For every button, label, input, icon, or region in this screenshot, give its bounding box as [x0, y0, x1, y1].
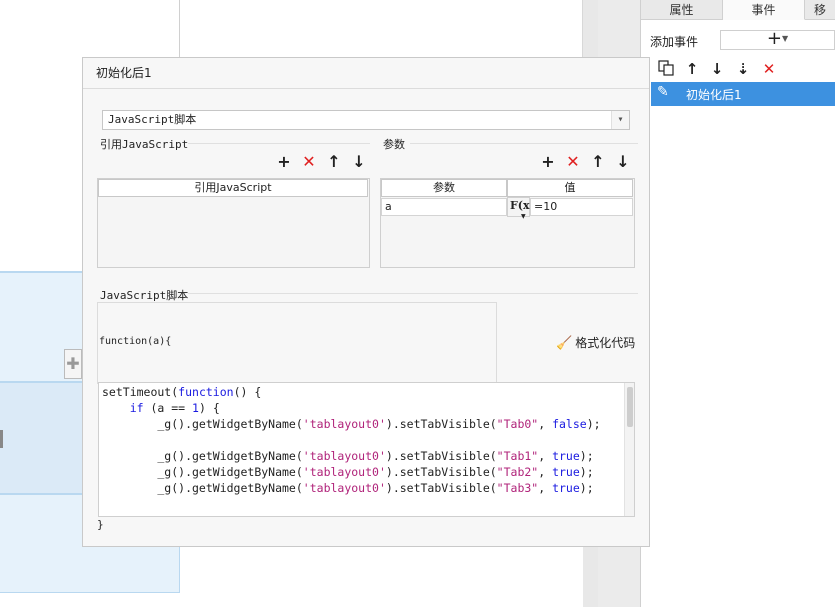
add-event-button[interactable]: +▼	[720, 30, 835, 50]
sort-down-icon[interactable]: ⇣	[733, 60, 753, 78]
format-code-button[interactable]: 🧹 格式化代码	[556, 334, 635, 351]
chevron-down-icon: ▼	[781, 34, 789, 43]
ref-js-column-header: 引用JavaScript	[98, 179, 368, 197]
plus-icon: ✚	[66, 354, 80, 373]
add-ref-js-button[interactable]: +	[275, 153, 293, 171]
params-section-label: 参数	[383, 138, 405, 151]
code-line: setTimeout(function() {	[102, 385, 262, 399]
section-divider	[188, 143, 370, 144]
move-down-ref-js-button[interactable]: ↓	[350, 153, 368, 171]
tab-events[interactable]: 事件	[723, 0, 805, 20]
code-editor-scrollbar[interactable]	[624, 383, 634, 516]
chevron-down-icon: ▼	[521, 213, 526, 220]
move-up-ref-js-button[interactable]: ↑	[325, 153, 343, 171]
plus-icon: +	[541, 152, 555, 171]
scrollbar-thumb[interactable]	[627, 387, 633, 427]
broom-icon: 🧹	[556, 336, 573, 351]
delete-icon[interactable]: ✕	[759, 60, 779, 78]
formula-button[interactable]: F(x) ▼	[507, 197, 535, 220]
dialog-title: 初始化后1	[96, 66, 152, 80]
arrow-down-icon: ↓	[352, 152, 366, 171]
param-value-header: 值	[507, 179, 633, 197]
move-down-param-button[interactable]: ↓	[614, 153, 632, 171]
event-item-label: 初始化后1	[686, 88, 742, 102]
function-signature: function(a){	[99, 336, 172, 347]
title-divider	[83, 88, 649, 89]
script-section-label: JavaScript脚本	[100, 289, 189, 302]
tab-more[interactable]: 移	[805, 0, 835, 20]
arrow-up-icon[interactable]: ↑	[682, 60, 702, 78]
event-list-item[interactable]: ✎ 初始化后1	[651, 82, 835, 106]
pencil-icon: ✎	[657, 84, 669, 100]
tab-properties[interactable]: 属性	[641, 0, 723, 20]
param-name-header: 参数	[381, 179, 507, 197]
script-type-select[interactable]: JavaScript脚本 ▾	[102, 110, 630, 130]
section-divider	[410, 143, 638, 144]
add-widget-handle[interactable]: ✚	[64, 349, 82, 379]
code-line: _g().getWidgetByName('tablayout0').setTa…	[102, 417, 601, 431]
delete-param-button[interactable]: ✕	[564, 153, 582, 171]
add-param-button[interactable]: +	[539, 153, 557, 171]
chevron-down-icon[interactable]: ▾	[611, 111, 629, 129]
code-line: if (a == 1) {	[129, 401, 220, 415]
add-event-label: 添加事件	[650, 35, 699, 49]
code-line: _g().getWidgetByName('tablayout0').setTa…	[102, 481, 594, 495]
param-name-cell[interactable]: a	[381, 198, 507, 216]
arrow-down-icon[interactable]: ↓	[707, 60, 727, 78]
canvas-widget-block[interactable]	[0, 381, 82, 493]
plus-icon: +	[277, 152, 291, 171]
script-type-value: JavaScript脚本	[108, 113, 197, 126]
delete-ref-js-button[interactable]: ✕	[300, 153, 318, 171]
delete-icon: ✕	[302, 152, 316, 171]
format-code-label: 格式化代码	[575, 336, 636, 350]
plus-icon: +	[766, 28, 782, 49]
code-editor[interactable]: setTimeout(function() { if (a == 1) { _g…	[98, 382, 635, 517]
ref-js-section-label: 引用JavaScript	[100, 138, 189, 151]
canvas-guide-line	[179, 0, 180, 57]
code-line: _g().getWidgetByName('tablayout0').setTa…	[102, 465, 594, 479]
arrow-up-icon: ↑	[591, 152, 605, 171]
arrow-up-icon: ↑	[327, 152, 341, 171]
arrow-down-icon: ↓	[616, 152, 630, 171]
function-closing-brace: }	[97, 518, 104, 531]
canvas-top-region	[0, 0, 583, 57]
delete-icon: ✕	[566, 152, 580, 171]
param-value-cell[interactable]: =10	[530, 198, 633, 216]
canvas-marker	[0, 430, 3, 448]
code-line: _g().getWidgetByName('tablayout0').setTa…	[102, 449, 594, 463]
copy-icon[interactable]	[656, 60, 676, 78]
move-up-param-button[interactable]: ↑	[589, 153, 607, 171]
section-divider	[188, 293, 638, 294]
